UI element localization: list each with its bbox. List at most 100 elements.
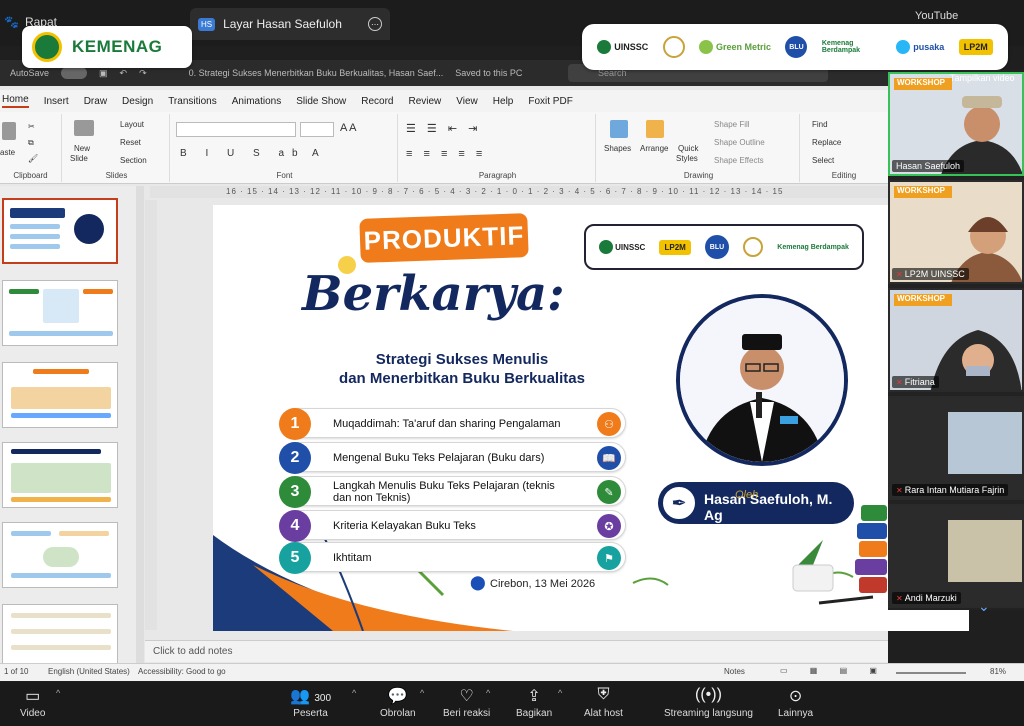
live-streaming-button[interactable]: ((•)) Streaming langsung	[664, 686, 753, 719]
list-icons[interactable]: ☰ ☰ ⇤ ⇥	[406, 122, 481, 135]
layout-button[interactable]: Layout	[120, 120, 144, 129]
shape-outline-button[interactable]: Shape Outline	[714, 138, 765, 147]
undo-icon[interactable]: ↶	[120, 68, 128, 79]
chat-button[interactable]: 💬 Obrolan	[380, 686, 416, 719]
show-video-label[interactable]: Tampilkan video	[950, 73, 1015, 83]
thumbnail-scrollbar[interactable]	[136, 186, 144, 666]
autosave-toggle[interactable]	[61, 67, 88, 79]
chevron-up-icon[interactable]: ^	[56, 688, 60, 698]
select-button[interactable]: Select	[812, 156, 834, 165]
grow-font-icon[interactable]: A A	[340, 122, 357, 134]
notes-pane[interactable]: Click to add notes	[145, 640, 888, 662]
participant-name: ✕ LP2M UINSSC	[892, 268, 969, 280]
paragraph-group-label: Paragraph	[478, 171, 517, 180]
shape-fill-button[interactable]: Shape Fill	[714, 120, 750, 129]
shapes-button[interactable]: Shapes	[604, 144, 631, 153]
shape-effects-button[interactable]: Shape Effects	[714, 156, 764, 165]
agenda-number: 5	[279, 542, 311, 574]
accessibility-status[interactable]: Accessibility: Good to go	[138, 667, 226, 676]
partner-label: pusaka	[913, 42, 945, 52]
partner-label: UINSSC	[614, 42, 649, 52]
chevron-up-icon[interactable]: ^	[352, 688, 356, 698]
new-slide-label-2[interactable]: Slide	[70, 154, 88, 163]
more-icon[interactable]: ⋯	[368, 17, 382, 31]
agenda-item: 1 Muqaddimah: Ta'aruf dan sharing Pengal…	[279, 408, 626, 440]
arrange-button[interactable]: Arrange	[640, 144, 668, 153]
participants-button[interactable]: 👥 300 Peserta	[290, 686, 331, 719]
chevron-up-icon[interactable]: ^	[486, 688, 490, 698]
chevron-up-icon[interactable]: ^	[558, 688, 562, 698]
save-status: Saved to this PC	[455, 68, 523, 78]
zoom-level[interactable]: 81%	[990, 667, 1006, 676]
participant-name: ✕ Rara Intan Mutiara Fajrin	[892, 484, 1009, 496]
share-button[interactable]: ⇪ Bagikan	[516, 686, 552, 719]
font-size-input[interactable]	[300, 122, 334, 137]
paste-label[interactable]: aste	[0, 148, 15, 157]
chevron-down-icon[interactable]: ⌄	[978, 598, 990, 615]
screen-share-tab[interactable]: HS Layar Hasan Saefuloh ⋯	[190, 8, 390, 40]
quick-styles-button-2[interactable]: Styles	[676, 154, 698, 163]
replace-button[interactable]: Replace	[812, 138, 841, 147]
cut-icon[interactable]: ✂	[28, 122, 35, 131]
zoom-slider[interactable]	[896, 672, 966, 674]
section-button[interactable]: Section	[120, 156, 147, 165]
reactions-button[interactable]: ♡ Beri reaksi	[443, 686, 490, 719]
agenda-number: 3	[279, 476, 311, 508]
save-icon[interactable]: ▣	[99, 68, 108, 79]
tab-view[interactable]: View	[456, 96, 478, 107]
chat-icon: 💬	[387, 688, 408, 705]
host-tools-button[interactable]: ⛨ Alat host	[584, 686, 623, 719]
uinssc-partner-logo: UINSSC	[597, 40, 648, 54]
notes-toggle[interactable]: Notes	[724, 667, 745, 676]
tab-draw[interactable]: Draw	[84, 96, 107, 107]
participant-tile[interactable]: ✕ Rara Intan Mutiara Fajrin	[888, 396, 1024, 500]
language-status[interactable]: English (United States)	[48, 667, 130, 676]
format-painter-icon[interactable]: 🖌	[28, 154, 38, 163]
tab-review[interactable]: Review	[408, 96, 441, 107]
muted-mic-icon: ✕	[896, 269, 903, 279]
paste-icon[interactable]	[2, 122, 16, 140]
tab-transitions[interactable]: Transitions	[168, 96, 217, 107]
slide-thumbnail[interactable]	[2, 604, 118, 670]
new-slide-icon[interactable]	[74, 120, 94, 136]
align-icons[interactable]: ≡ ≡ ≡ ≡ ≡	[406, 148, 486, 160]
find-button[interactable]: Find	[812, 120, 828, 129]
new-slide-label[interactable]: New	[74, 144, 90, 153]
participant-tile[interactable]: WORKSHOP ✕ Fitriana	[888, 288, 1024, 392]
video-button[interactable]: ▭ Video	[20, 686, 45, 719]
slide-thumbnail[interactable]	[2, 522, 118, 588]
tab-design[interactable]: Design	[122, 96, 153, 107]
slide-thumbnail[interactable]	[2, 362, 118, 428]
participant-name: ✕ Andi Marzuki	[892, 592, 961, 604]
tab-slide-show[interactable]: Slide Show	[296, 96, 346, 107]
kemenag-berdampak-logo: Kemenag Berdampak	[777, 243, 849, 251]
view-buttons[interactable]: ▭ ▦ ▤ ▣	[780, 666, 887, 675]
more-button[interactable]: ⊙ Lainnya	[778, 686, 813, 719]
slide-thumbnail[interactable]	[2, 280, 118, 346]
arrange-icon[interactable]	[646, 120, 664, 138]
tab-animations[interactable]: Animations	[232, 96, 281, 107]
participant-tile[interactable]: WORKSHOP Hasan Saefuloh	[888, 72, 1024, 176]
participant-tile[interactable]: WORKSHOP ✕ LP2M UINSSC	[888, 180, 1024, 284]
copy-icon[interactable]: ⧉	[28, 138, 34, 148]
chevron-up-icon[interactable]: ^	[420, 688, 424, 698]
tab-foxit-pdf[interactable]: Foxit PDF	[528, 96, 572, 107]
youtube-label[interactable]: YouTube	[915, 10, 958, 22]
font-color-icon[interactable]: A	[312, 148, 319, 159]
tab-help[interactable]: Help	[493, 96, 514, 107]
tab-record[interactable]: Record	[361, 96, 393, 107]
agenda-number: 2	[279, 442, 311, 474]
agenda-item: 5 Ikhtitam ⚑	[279, 542, 626, 574]
slide-thumbnail[interactable]	[2, 198, 118, 264]
font-style-buttons[interactable]: B I U S ab	[180, 148, 306, 159]
participant-tile[interactable]: ✕ Andi Marzuki	[888, 504, 1024, 608]
tab-insert[interactable]: Insert	[44, 96, 69, 107]
font-group: A A B I U S ab A Font	[172, 114, 398, 182]
redo-icon[interactable]: ↷	[139, 68, 147, 79]
quick-styles-button[interactable]: Quick	[678, 144, 698, 153]
font-name-input[interactable]	[176, 122, 296, 137]
tab-home[interactable]: Home	[2, 94, 29, 108]
shapes-icon[interactable]	[610, 120, 628, 138]
reset-button[interactable]: Reset	[120, 138, 141, 147]
slide-thumbnail[interactable]	[2, 442, 118, 508]
